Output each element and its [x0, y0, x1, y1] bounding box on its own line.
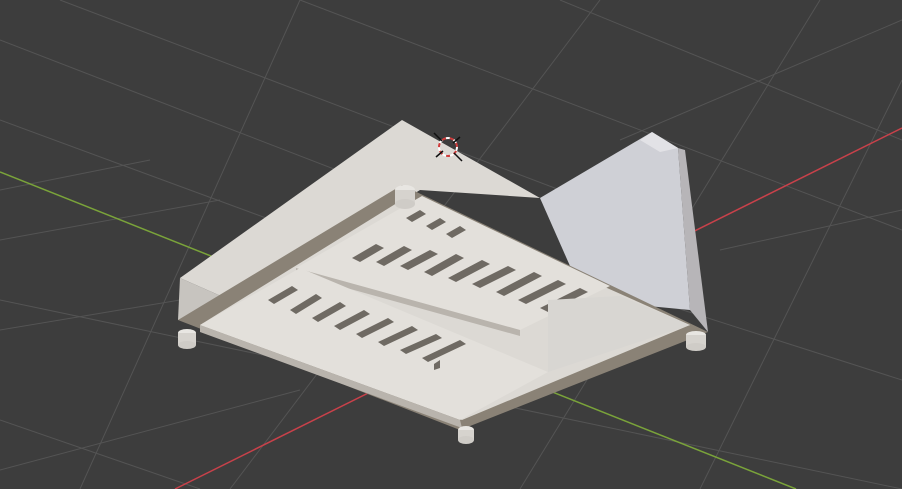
- 3d-viewport[interactable]: [0, 0, 902, 489]
- viewport-canvas[interactable]: [0, 0, 902, 489]
